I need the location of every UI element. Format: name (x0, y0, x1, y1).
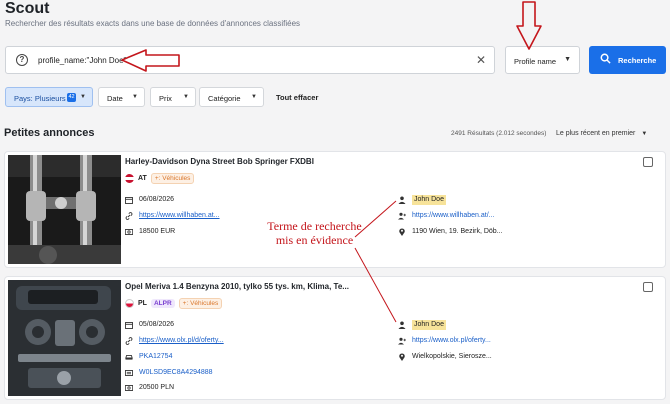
listing-tags: AT +: Véhicules (125, 172, 195, 184)
austria-flag-icon (125, 173, 134, 183)
filter-price[interactable]: Prix ▼ (150, 87, 196, 107)
results-count: 2491 Résultats (2.012 secondes) (451, 130, 547, 137)
listing-card[interactable]: Opel Meriva 1.4 Benzyna 2010, tylko 55 t… (4, 276, 666, 400)
annotation-text: Terme de recherche mis en évidence (257, 219, 372, 247)
caret-down-icon: ▼ (132, 94, 138, 100)
user-link-icon (398, 337, 406, 345)
vin-number[interactable]: W0LSD9EC8A4294888 (139, 368, 213, 378)
car-icon (125, 354, 133, 360)
filter-date[interactable]: Date ▼ (98, 87, 145, 107)
country-code: AT (138, 174, 147, 182)
location-pin-icon (399, 353, 405, 361)
listing-tags: PL ALPR +: Véhicules (125, 297, 223, 309)
filter-country[interactable]: Pays: Plusieurs 42 ▼ (5, 87, 93, 107)
profile-url[interactable]: https://www.olx.pl/oferty... (412, 336, 491, 346)
caret-down-icon: ▼ (251, 94, 257, 100)
caret-down-icon: ▼ (80, 94, 86, 100)
link-icon (125, 337, 133, 345)
search-field-select[interactable]: Profile name ▼ (505, 46, 580, 74)
app-title: Scout (5, 0, 50, 17)
link-icon (125, 212, 133, 220)
poland-flag-icon (125, 298, 134, 308)
highlighted-username: John Doe (412, 195, 446, 205)
down-arrow-icon (516, 1, 542, 50)
listing-card[interactable]: Harley-Davidson Dyna Street Bob Springer… (4, 151, 666, 268)
listing-title[interactable]: Harley-Davidson Dyna Street Bob Springer… (125, 157, 314, 166)
listing-title[interactable]: Opel Meriva 1.4 Benzyna 2010, tylko 55 t… (125, 282, 349, 291)
filter-country-label: Pays: Plusieurs (14, 94, 66, 103)
user-icon (398, 196, 406, 204)
sort-label: Le plus récent en premier (556, 130, 636, 137)
user-link-icon (398, 212, 406, 220)
id-card-icon (125, 370, 133, 376)
filter-country-count: 42 (67, 93, 76, 102)
listing-url[interactable]: https://www.willhaben.at... (139, 211, 220, 221)
search-input[interactable]: ? profile_name:"John Doe" ✕ (5, 46, 495, 74)
location-pin-icon (399, 228, 405, 236)
listing-thumbnail[interactable] (8, 155, 121, 264)
search-query[interactable]: profile_name:"John Doe" (38, 56, 126, 65)
app-subtitle: Rechercher des résultats exacts dans une… (5, 19, 301, 28)
search-button[interactable]: Recherche (589, 46, 666, 74)
help-icon[interactable]: ? (16, 54, 28, 66)
listing-location: Wielkopolskie, Sierosze... (412, 353, 492, 360)
listing-thumbnail[interactable] (8, 280, 121, 396)
annotation-line-2: mis en évidence (275, 233, 354, 247)
listing-location: 1190 Wien, 19. Bezirk, Döb... (412, 228, 503, 235)
profile-url[interactable]: https://www.willhaben.at/... (412, 211, 494, 221)
filter-date-label: Date (107, 94, 123, 103)
sort-select[interactable]: Le plus récent en premier ▼ (556, 130, 647, 137)
clear-all-button[interactable]: Tout effacer (276, 93, 318, 102)
listing-date: 05/08/2026 (139, 321, 175, 328)
calendar-icon (125, 197, 133, 204)
highlighted-username: John Doe (412, 320, 446, 330)
country-code: PL (138, 299, 147, 307)
filter-price-label: Prix (159, 94, 172, 103)
select-checkbox[interactable] (643, 282, 653, 292)
category-tag: +: Véhicules (150, 172, 195, 184)
caret-down-icon: ▼ (641, 131, 648, 137)
user-icon (398, 321, 406, 329)
filter-category-label: Catégorie (208, 94, 241, 103)
listing-url[interactable]: https://www.olx.pl/d/oferty... (139, 336, 224, 346)
listing-price: 18500 EUR (139, 228, 176, 235)
search-icon (600, 53, 611, 64)
clear-icon[interactable]: ✕ (476, 53, 486, 67)
select-checkbox[interactable] (643, 157, 653, 167)
category-tag: +: Véhicules (178, 297, 223, 309)
listing-price: 20500 PLN (139, 384, 175, 391)
search-button-label: Recherche (618, 56, 657, 65)
caret-down-icon: ▼ (564, 56, 571, 63)
section-title: Petites annonces (4, 127, 95, 139)
money-icon (125, 385, 133, 391)
listing-date: 06/08/2026 (139, 196, 175, 203)
search-field-label: Profile name (514, 57, 557, 66)
caret-down-icon: ▼ (183, 94, 189, 100)
license-plate[interactable]: PKA12754 (139, 352, 172, 362)
annotation-line-1: Terme de recherche (267, 219, 362, 233)
alpr-tag: ALPR (150, 298, 175, 308)
calendar-icon (125, 322, 133, 329)
money-icon (125, 229, 133, 235)
filter-category[interactable]: Catégorie ▼ (199, 87, 264, 107)
